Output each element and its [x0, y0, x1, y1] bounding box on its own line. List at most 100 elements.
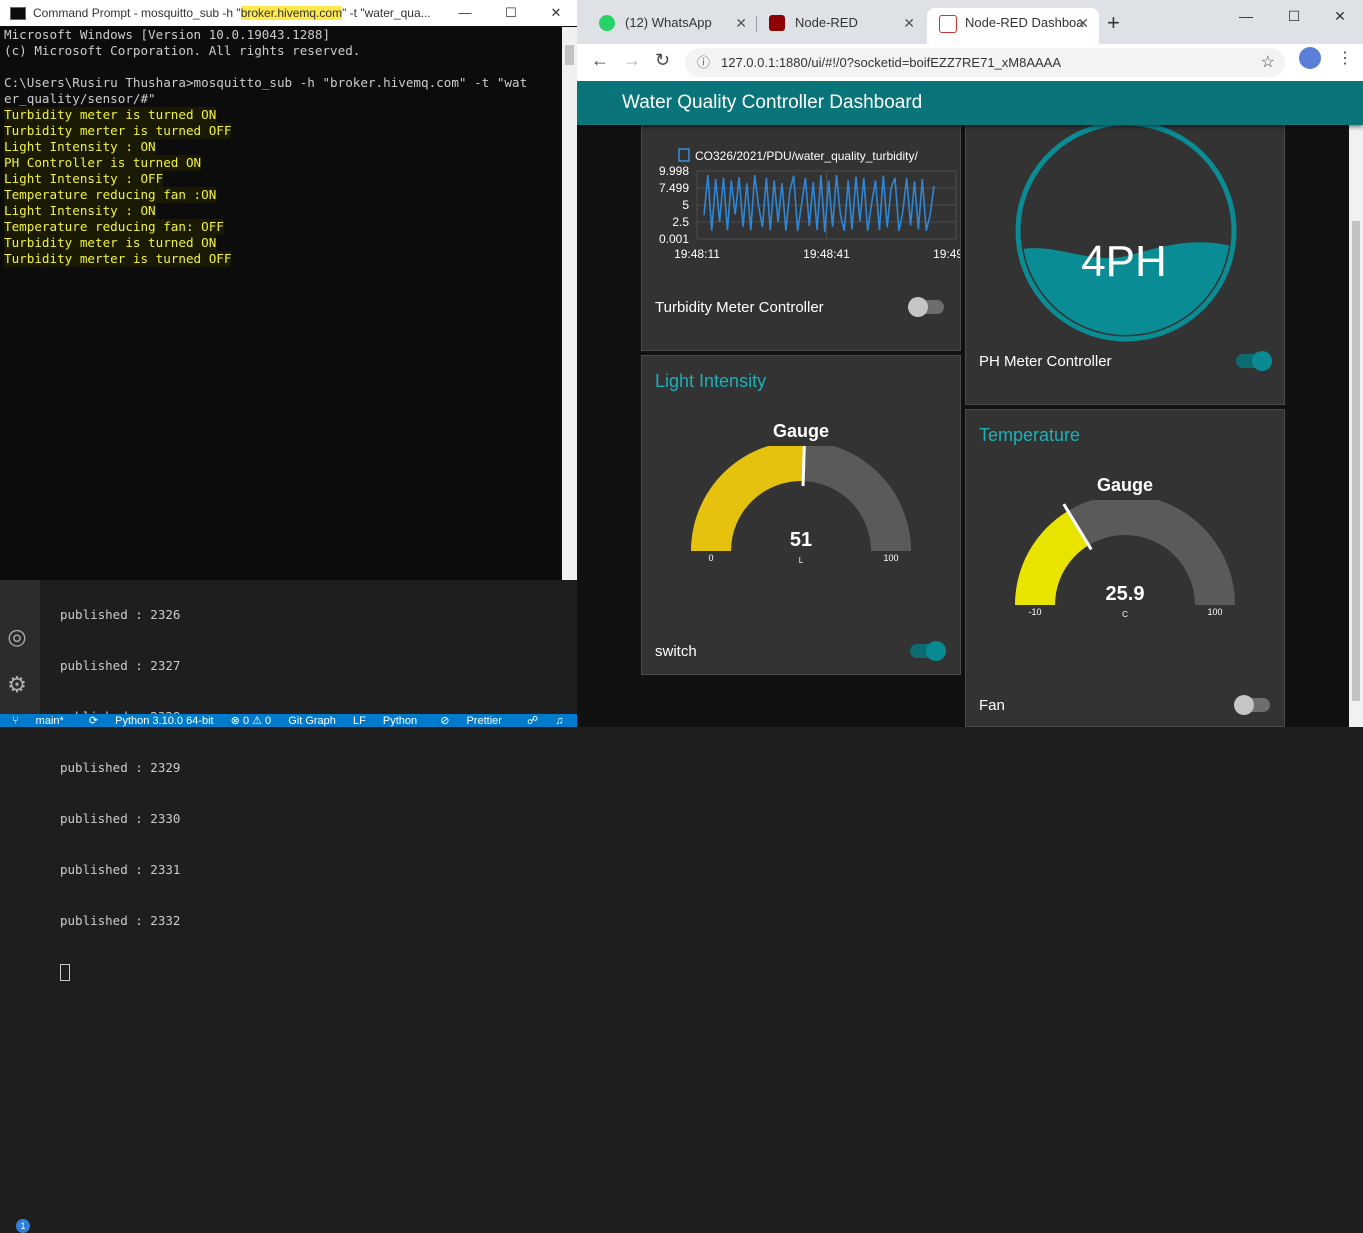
- menu-kebab-icon[interactable]: ⋮: [1337, 48, 1353, 68]
- y-tick-label: 0.001: [659, 232, 689, 246]
- back-arrow-icon[interactable]: ←: [591, 50, 609, 71]
- feedback-icon[interactable]: ☍: [527, 714, 538, 727]
- light-gauge-title: Gauge: [772, 421, 829, 441]
- activity-bar: ◎ 1 ⚙: [0, 580, 40, 1233]
- legend-swatch: [678, 148, 690, 162]
- dashboard-scrollbar[interactable]: [1349, 125, 1363, 727]
- temperature-card-title: Temperature: [979, 425, 1081, 445]
- close-tab-icon[interactable]: ✕: [903, 8, 915, 38]
- node-red-dashboard: Water Quality Controller Dashboard CO326…: [577, 81, 1363, 727]
- console-line: er_quality/sensor/#": [4, 91, 156, 106]
- gauge-max-label: 100: [1207, 607, 1222, 617]
- minimize-button[interactable]: —: [442, 0, 488, 26]
- close-tab-icon[interactable]: ✕: [1077, 8, 1089, 38]
- x-tick-label: 19:48:41: [803, 247, 850, 261]
- switch-knob: [908, 297, 928, 317]
- turbidity-series-line: [703, 175, 935, 233]
- y-tick-label: 7.499: [659, 181, 689, 195]
- sync-icon[interactable]: ⟳: [89, 714, 98, 727]
- ph-level-indicator: 4PH: [1015, 120, 1237, 342]
- cmd-app-icon: [10, 7, 26, 20]
- settings-gear-icon[interactable]: ⚙: [4, 672, 30, 698]
- accounts-icon[interactable]: ◎: [4, 624, 30, 650]
- mqtt-message: Turbidity meter is turned ON: [4, 107, 217, 123]
- mqtt-message: Light Intensity : ON: [4, 139, 156, 155]
- legend-label: CO326/2021/PDU/water_quality_turbidity/: [695, 149, 918, 163]
- tab-node-red[interactable]: Node-RED ✕: [757, 8, 925, 44]
- light-control-label: switch: [655, 643, 697, 660]
- command-prompt-window: Command Prompt - mosquitto_sub -h "broke…: [0, 0, 578, 580]
- temperature-gauge: 25.9 C -10 100: [1015, 500, 1235, 619]
- chrome-close-button[interactable]: ✕: [1317, 2, 1363, 30]
- notifications-bell-icon[interactable]: ♫: [555, 714, 563, 727]
- ph-value: 4PH: [1081, 237, 1167, 286]
- tab-node-red-dashboard[interactable]: Node-RED Dashboa ✕: [927, 8, 1099, 44]
- problems-status[interactable]: ⊗ 0 ⚠ 0: [231, 714, 271, 727]
- light-gauge: 51 L 0 100: [691, 446, 911, 565]
- mqtt-message: PH Controller is turned ON: [4, 155, 202, 171]
- gauge-value: 25.9: [1106, 583, 1145, 605]
- gauge-needle: [801, 446, 806, 487]
- ph-switch[interactable]: [1236, 351, 1272, 371]
- cmd-window-title: Command Prompt - mosquitto_sub -h "broke…: [33, 6, 431, 20]
- turbidity-card: CO326/2021/PDU/water_quality_turbidity/ …: [641, 105, 961, 351]
- git-graph-status[interactable]: Git Graph: [288, 714, 336, 727]
- mqtt-message: Temperature reducing fan: OFF: [4, 219, 224, 235]
- switch-knob: [1234, 695, 1254, 715]
- terminal-line: published : 2331: [60, 862, 181, 877]
- mqtt-message: Turbidity meter is turned ON: [4, 235, 217, 251]
- prettier-status[interactable]: ⊘ Prettier: [434, 714, 510, 727]
- vscode-status-bar: ⑂ main* ⟳ Python 3.10.0 64-bit ⊗ 0 ⚠ 0 G…: [0, 714, 577, 727]
- terminal-cursor: [60, 964, 70, 981]
- cmd-titlebar[interactable]: Command Prompt - mosquitto_sub -h "broke…: [0, 0, 577, 26]
- reload-icon[interactable]: ↻: [655, 50, 670, 71]
- branch-status[interactable]: ⑂ main*: [6, 714, 72, 727]
- cmd-scroll-thumb[interactable]: [565, 45, 574, 65]
- switch-knob: [926, 641, 946, 661]
- mqtt-message: Turbidity merter is turned OFF: [4, 251, 232, 267]
- fan-switch[interactable]: [1234, 695, 1270, 715]
- language-status[interactable]: Python: [383, 714, 417, 727]
- cmd-console[interactable]: Microsoft Windows [Version 10.0.19043.12…: [0, 27, 562, 580]
- cmd-scrollbar[interactable]: [562, 27, 577, 580]
- python-interpreter-status[interactable]: Python 3.10.0 64-bit: [115, 714, 213, 727]
- gauge-value: 51: [790, 529, 812, 551]
- terminal-line: published : 2330: [60, 811, 181, 826]
- maximize-button[interactable]: ☐: [488, 0, 534, 26]
- x-tick-label: 19:48:11: [674, 247, 720, 261]
- gauge-min-label: 0: [708, 553, 713, 563]
- chrome-minimize-button[interactable]: —: [1223, 2, 1269, 30]
- light-switch[interactable]: [910, 641, 946, 661]
- forward-arrow-icon[interactable]: →: [623, 50, 641, 71]
- gauge-unit: L: [799, 556, 804, 565]
- url-text[interactable]: 127.0.0.1:1880/ui/#!/0?socketid=boifEZZ7…: [721, 48, 1061, 77]
- chrome-window: (12) WhatsApp ✕ Node-RED ✕ Node-RED Dash…: [577, 0, 1363, 727]
- terminal-line: published : 2327: [60, 658, 181, 673]
- console-line: ​: [4, 59, 562, 75]
- git-branch-icon: ⑂: [12, 715, 19, 727]
- terminal-line: published : 2326: [60, 607, 181, 622]
- address-bar[interactable]: ⓘ 127.0.0.1:1880/ui/#!/0?socketid=boifEZ…: [685, 48, 1285, 77]
- mqtt-message: Light Intensity : OFF: [4, 171, 164, 187]
- console-line: (c) Microsoft Corporation. All rights re…: [4, 43, 361, 58]
- bookmark-star-icon[interactable]: ☆: [1261, 48, 1275, 77]
- turbidity-chart: CO326/2021/PDU/water_quality_turbidity/ …: [659, 148, 960, 261]
- terminal-line: published : 2329: [60, 760, 181, 775]
- eol-status[interactable]: LF: [353, 714, 366, 727]
- chrome-maximize-button[interactable]: ☐: [1271, 2, 1317, 30]
- close-button[interactable]: ✕: [533, 0, 579, 26]
- profile-avatar[interactable]: [1299, 47, 1321, 69]
- dashboard-scroll-thumb[interactable]: [1352, 221, 1360, 701]
- whatsapp-icon: [599, 15, 615, 31]
- close-tab-icon[interactable]: ✕: [735, 8, 747, 38]
- tab-whatsapp[interactable]: (12) WhatsApp ✕: [587, 8, 757, 44]
- new-tab-button[interactable]: +: [1107, 10, 1120, 36]
- y-tick-label: 9.998: [659, 164, 689, 178]
- dashboard-header: Water Quality Controller Dashboard: [577, 81, 1363, 125]
- gauge-fill: [691, 446, 805, 551]
- light-intensity-card: Light Intensity Gauge 51 L 0 100 switch: [641, 355, 961, 675]
- turbidity-switch[interactable]: [908, 297, 944, 317]
- search-highlight: broker.hivemq.com: [240, 6, 343, 20]
- site-info-icon[interactable]: ⓘ: [697, 48, 710, 77]
- temperature-gauge-title: Gauge: [1096, 475, 1153, 495]
